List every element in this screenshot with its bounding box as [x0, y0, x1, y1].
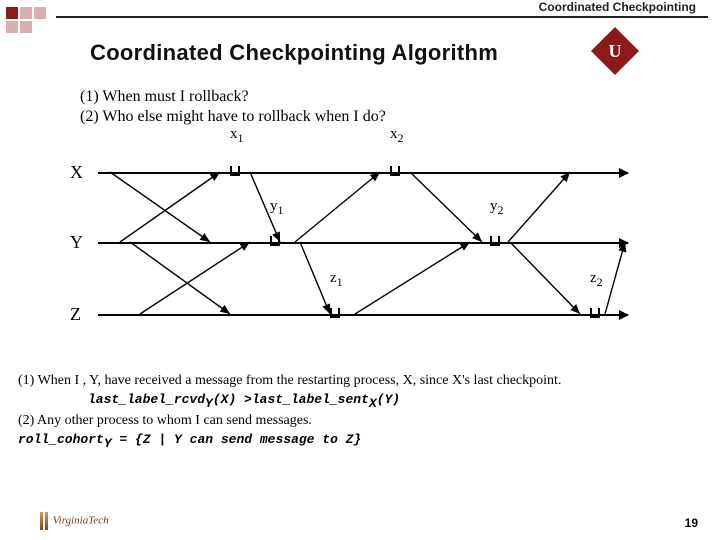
message-arrows [70, 136, 640, 356]
footer-line2: (2) Any other process to whom I can send… [18, 412, 702, 431]
timeline-diagram: x1 x2 X y1 y2 Y z1 z2 Z [70, 136, 640, 356]
footer-code1: last_label_rcvdY(X) >last_label_sentX(Y) [18, 391, 702, 412]
page-number: 19 [685, 516, 698, 530]
footer-code2: roll_cohortY = {Z | Y can send message t… [18, 431, 702, 452]
header-rule [56, 16, 708, 18]
virginia-tech-logo: VirginiaTech [40, 512, 109, 530]
footer-text: (1) When I , Y, have received a message … [18, 372, 702, 452]
question-1: (1) When must I rollback? [80, 88, 249, 106]
corner-squares-row2 [6, 20, 34, 38]
question-2: (2) Who else might have to rollback when… [80, 108, 386, 126]
footer-line1: (1) When I , Y, have received a message … [18, 372, 702, 391]
u-badge: U [591, 27, 639, 75]
header-small-title: Coordinated Checkpointing [539, 0, 696, 14]
slide-title: Coordinated Checkpointing Algorithm [90, 40, 498, 66]
u-badge-letter: U [598, 34, 632, 68]
